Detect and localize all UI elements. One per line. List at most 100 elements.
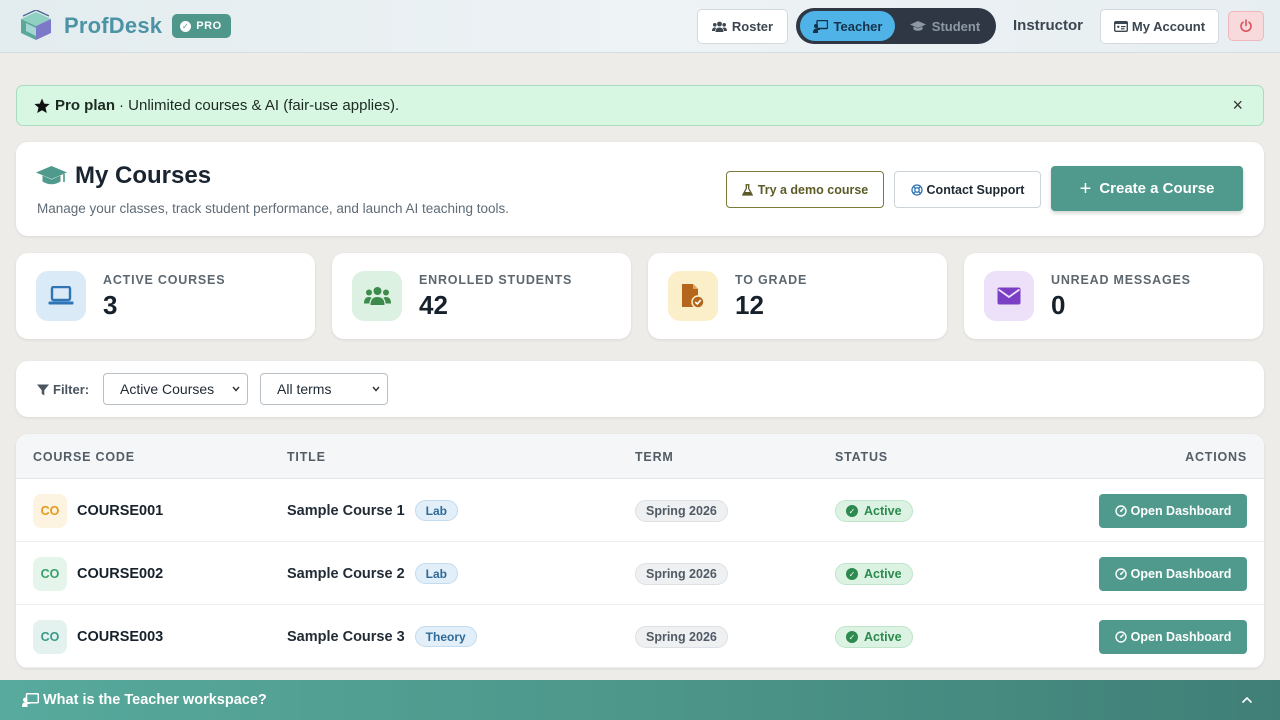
stat-label: ENROLLED STUDENTS xyxy=(419,273,573,287)
stat-card-active-courses: ACTIVE COURSES 3 xyxy=(16,253,315,339)
stat-card-unread-messages: UNREAD MESSAGES 0 xyxy=(964,253,1263,339)
courses-header-card: My Courses Manage your classes, track st… xyxy=(16,142,1264,236)
course-title-text: Sample Course 3 xyxy=(287,628,405,645)
stat-value: 3 xyxy=(103,290,118,320)
stat-card-to-grade: TO GRADE 12 xyxy=(648,253,947,339)
course-title: Sample Course 2 Lab xyxy=(287,563,459,584)
file-check-icon xyxy=(668,271,718,321)
my-account-button[interactable]: My Account xyxy=(1100,9,1219,44)
stat-value: 42 xyxy=(419,290,448,320)
status-text: Active xyxy=(864,630,902,644)
page-title-text: My Courses xyxy=(75,162,212,189)
graduation-cube-logo-icon xyxy=(21,10,51,40)
open-dashboard-label: Open Dashboard xyxy=(1130,630,1232,644)
create-course-label: Create a Course xyxy=(1099,180,1215,197)
stat-label: ACTIVE COURSES xyxy=(103,273,226,287)
column-header-term: TERM xyxy=(635,450,674,464)
roster-label: Roster xyxy=(731,19,774,34)
courses-table: COURSE CODE TITLE TERM STATUS ACTIONS CO… xyxy=(16,434,1264,668)
status-badge: ✓ Active xyxy=(835,563,913,585)
filter-label-text: Filter: xyxy=(53,382,90,397)
stat-label: TO GRADE xyxy=(735,273,808,287)
status-filter-value: Active Courses xyxy=(120,381,215,397)
stat-value: 0 xyxy=(1051,290,1066,320)
term-badge: Spring 2026 xyxy=(635,563,728,585)
open-dashboard-button[interactable]: Open Dashboard xyxy=(1099,494,1247,528)
envelope-icon xyxy=(984,271,1034,321)
power-icon xyxy=(1240,19,1252,32)
filter-bar: Filter: Active Courses All terms xyxy=(16,361,1264,417)
try-demo-course-button[interactable]: Try a demo course xyxy=(726,171,884,208)
filter-icon xyxy=(37,384,49,395)
course-title: Sample Course 1 Lab xyxy=(287,500,459,521)
chalkboard-teacher-icon xyxy=(812,19,828,33)
column-header-actions: ACTIONS xyxy=(1185,450,1247,464)
course-title-text: Sample Course 1 xyxy=(287,502,405,519)
status-text: Active xyxy=(864,567,902,581)
column-header-title: TITLE xyxy=(287,450,326,464)
check-circle-icon: ✓ xyxy=(846,568,858,580)
term-badge: Spring 2026 xyxy=(635,626,728,648)
pro-plan-alert: Pro plan · Unlimited courses & AI (fair-… xyxy=(16,85,1264,126)
student-mode-button[interactable]: Student xyxy=(899,11,991,41)
teacher-mode-button[interactable]: Teacher xyxy=(800,11,895,41)
role-label: Instructor xyxy=(1013,17,1084,34)
brand-name: ProfDesk xyxy=(64,13,163,38)
gauge-icon xyxy=(1114,568,1127,580)
close-alert-button[interactable]: × xyxy=(1232,96,1243,114)
gauge-icon xyxy=(1114,631,1127,643)
page-subtitle: Manage your classes, track student perfo… xyxy=(37,201,510,216)
course-type-tag: Theory xyxy=(414,626,477,647)
course-type-tag: Lab xyxy=(414,500,459,521)
check-circle-icon: ✓ xyxy=(180,20,192,32)
workspace-help-bar[interactable]: What is the Teacher workspace? xyxy=(0,680,1280,720)
term-badge: Spring 2026 xyxy=(635,500,728,522)
contact-support-button[interactable]: Contact Support xyxy=(894,171,1041,208)
contact-support-label: Contact Support xyxy=(926,182,1025,197)
course-code: COURSE001 xyxy=(77,503,164,519)
workspace-help-label: What is the Teacher workspace? xyxy=(43,692,267,708)
pro-badge-label: PRO xyxy=(196,20,222,32)
flask-icon xyxy=(741,183,753,196)
top-navbar: ProfDesk ✓ PRO Roster Teacher Student In… xyxy=(0,0,1280,53)
status-filter-select[interactable]: Active Courses xyxy=(103,373,248,405)
check-circle-icon: ✓ xyxy=(846,631,858,643)
teacher-label: Teacher xyxy=(833,18,883,34)
status-badge: ✓ Active xyxy=(835,626,913,648)
stat-card-enrolled-students: ENROLLED STUDENTS 42 xyxy=(332,253,631,339)
create-course-button[interactable]: + Create a Course xyxy=(1051,166,1243,211)
page-title: My Courses xyxy=(36,162,211,190)
student-label: Student xyxy=(931,18,981,34)
chevron-down-icon xyxy=(372,386,380,392)
term-filter-select[interactable]: All terms xyxy=(260,373,388,405)
graduation-cap-icon xyxy=(36,166,67,185)
star-icon xyxy=(34,98,50,113)
laptop-icon xyxy=(36,271,86,321)
logout-button[interactable] xyxy=(1228,11,1264,41)
users-icon xyxy=(711,21,727,32)
my-account-label: My Account xyxy=(1131,19,1206,34)
pro-badge: ✓ PRO xyxy=(172,14,231,38)
course-title: Sample Course 3 Theory xyxy=(287,626,477,647)
table-row: CO COURSE001 Sample Course 1 Lab Spring … xyxy=(16,479,1264,542)
column-header-status: STATUS xyxy=(835,450,888,464)
course-title-text: Sample Course 2 xyxy=(287,565,405,582)
graduation-cap-icon xyxy=(909,21,926,31)
gauge-icon xyxy=(1114,505,1127,517)
open-dashboard-button[interactable]: Open Dashboard xyxy=(1099,620,1247,654)
roster-button[interactable]: Roster xyxy=(697,9,788,44)
status-text: Active xyxy=(864,504,902,518)
pro-plan-strong: Pro plan xyxy=(55,97,116,114)
try-demo-label: Try a demo course xyxy=(757,182,869,197)
id-card-icon xyxy=(1113,21,1128,32)
users-icon xyxy=(352,271,402,321)
term-filter-value: All terms xyxy=(277,381,332,397)
brand[interactable]: ProfDesk ✓ PRO xyxy=(18,10,231,42)
column-header-code: COURSE CODE xyxy=(33,450,135,464)
open-dashboard-label: Open Dashboard xyxy=(1130,567,1232,581)
chalkboard-teacher-icon xyxy=(22,693,39,707)
course-badge: CO xyxy=(33,620,67,654)
chevron-up-icon xyxy=(1241,696,1253,704)
status-badge: ✓ Active xyxy=(835,500,913,522)
open-dashboard-button[interactable]: Open Dashboard xyxy=(1099,557,1247,591)
